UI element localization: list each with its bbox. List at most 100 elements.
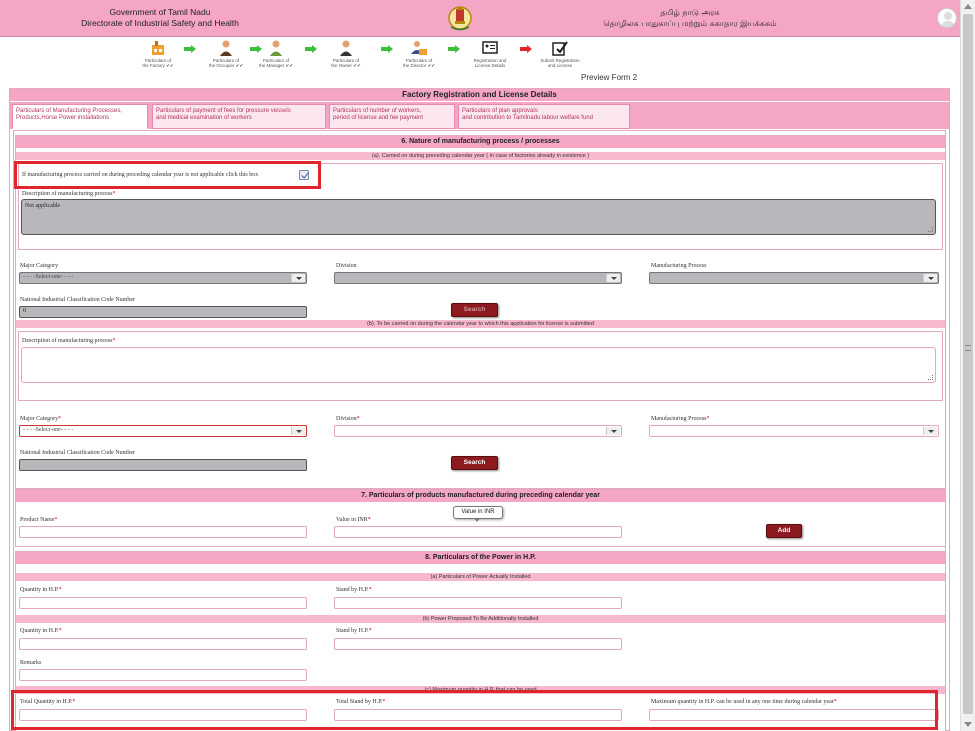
green-arrow-icon: [448, 45, 460, 53]
tab-plan-approvals[interactable]: Particulars of plan approvals and contri…: [458, 104, 630, 129]
step-factory[interactable]: Particulars of the Factory ✔✔: [130, 37, 186, 68]
tab-number-of-workers[interactable]: Particulars of number of workers, period…: [329, 104, 455, 129]
scrollbar-thumb[interactable]: [963, 14, 973, 714]
scroll-down-arrow-icon[interactable]: [964, 722, 972, 727]
owner-person-icon: [340, 40, 352, 56]
major-category-2-select[interactable]: - - - -Select-one- - - -: [19, 425, 307, 437]
section-6a-subtitle: (a). Carried on during preceding calenda…: [16, 152, 945, 160]
preview-form-link[interactable]: Preview Form 2: [581, 73, 637, 82]
step-label: the Owner ✔✔: [331, 63, 361, 68]
qty-hp-label: Quantity in H.P.*: [20, 587, 62, 593]
add-product-button[interactable]: Add: [766, 524, 802, 538]
manufacturing-process-select-disabled: [649, 272, 939, 284]
nic-code-2-label: National Industrial Classification Code …: [20, 450, 135, 456]
section-6b-subtitle: (b). To be carried on during the calenda…: [16, 320, 945, 328]
chevron-down-icon: [923, 427, 937, 435]
division-2-select[interactable]: [334, 425, 622, 437]
required-mark: *: [58, 416, 62, 422]
occupier-person-icon: [220, 40, 232, 56]
manufacturing-process-label: Manufacturing Process: [651, 263, 707, 269]
major-category-label: Major Category: [20, 263, 59, 269]
step-owner[interactable]: Particulars of the Owner ✔✔: [318, 37, 374, 68]
tab-bar: Particulars of Manufacturing Processes, …: [10, 102, 949, 129]
scrollbar-grip-icon: [965, 345, 971, 351]
resize-grip-icon[interactable]: [928, 375, 933, 380]
tab-label: Particulars of plan approvals: [462, 108, 538, 114]
select-value: - - - -Select-one- - - -: [23, 274, 74, 280]
section-6-title: 6. Nature of manufacturing process / pro…: [16, 136, 945, 148]
resize-grip-icon[interactable]: [928, 227, 933, 232]
qty-hp-input[interactable]: [19, 597, 307, 609]
director-person-icon: [411, 41, 427, 55]
tab-payment-of-fees[interactable]: Particulars of payment of fees for press…: [152, 104, 326, 129]
description-textarea-disabled: Not applicable: [21, 199, 936, 235]
required-mark: *: [58, 587, 62, 593]
section-7-title: 7. Particulars of products manufactured …: [16, 490, 945, 502]
product-name-label-text: Product Name: [20, 517, 55, 523]
qty-hp-label-text: Quantity in H.P.: [20, 587, 59, 593]
manager-person-icon: [270, 40, 282, 56]
header-en-line1: Government of Tamil Nadu: [109, 7, 211, 17]
step-registration[interactable]: Registration and License Details: [462, 37, 518, 68]
user-avatar-icon[interactable]: [937, 8, 957, 28]
section-7-products: 7. Particulars of products manufactured …: [15, 489, 946, 547]
highlight-checkbox-box: [14, 161, 321, 189]
header-en-line2: Directorate of Industrial Safety and Hea…: [81, 18, 239, 28]
division-2-label: Division*: [336, 416, 360, 422]
step-manager[interactable]: Particulars of the Manager ✔✔: [248, 37, 304, 68]
manufacturing-process-2-select[interactable]: [649, 425, 939, 437]
chevron-down-icon: [291, 274, 305, 282]
chevron-down-icon: [606, 274, 620, 282]
progress-steps: Particulars of the Factory ✔✔ Particular…: [130, 37, 610, 73]
submit-sign-icon: [552, 41, 568, 56]
major-category-select-disabled: - - - -Select-one- - - -: [19, 272, 307, 284]
step-occupier[interactable]: Particulars of the Occupier ✔✔: [198, 37, 254, 68]
section-6b-box: Description of manufacturing process*: [18, 331, 943, 401]
chevron-down-icon: [606, 427, 620, 435]
standby2-hp-label-text: Stand by H.P.: [336, 628, 369, 634]
nic-code-2-input-disabled: [19, 459, 307, 471]
division-label: Division: [336, 263, 357, 269]
description-2-textarea[interactable]: [21, 347, 936, 383]
site-header: Government of Tamil Nadu Directorate of …: [0, 0, 960, 37]
value-inr-input[interactable]: [334, 526, 622, 538]
tab-label: Particulars of Manufacturing Processes,: [16, 108, 123, 114]
section-8b-subtitle: (b) Power Proposed To Be Additionally In…: [16, 615, 945, 623]
scroll-up-arrow-icon[interactable]: [964, 4, 972, 9]
remarks-input[interactable]: [19, 669, 307, 681]
qty2-hp-label: Quantity in H.P.*: [20, 628, 62, 634]
value-inr-label-text: Value in INR: [336, 517, 368, 523]
division-2-label-text: Division: [336, 416, 357, 422]
required-mark: *: [54, 517, 58, 523]
required-mark: *: [58, 628, 62, 634]
standby-hp-label-text: Stand by H.P.: [336, 587, 369, 593]
standby-hp-input[interactable]: [334, 597, 622, 609]
required-mark: *: [706, 416, 710, 422]
select-value: - - - -Select-one- - - -: [23, 427, 74, 433]
vertical-scrollbar[interactable]: [960, 0, 975, 731]
value-inr-tooltip: Value in INR: [453, 506, 503, 522]
description-2-label-text: Description of manufacturing process: [22, 338, 113, 344]
qty2-hp-label-text: Quantity in H.P.: [20, 628, 59, 634]
step-label: License Details: [474, 63, 506, 68]
standby-hp-label: Stand by H.P.*: [336, 587, 372, 593]
value-inr-label: Value in INR*: [336, 517, 371, 523]
required-mark: *: [368, 628, 372, 634]
tamil-nadu-emblem-icon: [448, 6, 472, 31]
header-ta-line2: தொழிலக பாதுகாப்பு மற்றும் சுகாதார இயக்கக…: [603, 19, 777, 28]
step-director[interactable]: Particulars of the Director ✔✔: [391, 37, 447, 68]
required-mark: *: [112, 338, 116, 344]
license-card-icon: [482, 41, 498, 54]
step-submit[interactable]: Submit Registration and License: [532, 37, 588, 68]
description-2-label: Description of manufacturing process*: [22, 338, 115, 344]
tab-manufacturing-processes[interactable]: Particulars of Manufacturing Processes, …: [12, 104, 148, 129]
standby2-hp-input[interactable]: [334, 638, 622, 650]
required-mark: *: [367, 517, 371, 523]
tab-label: Particulars of payment of fees for press…: [156, 108, 291, 114]
qty2-hp-input[interactable]: [19, 638, 307, 650]
step-label: the Factory ✔✔: [142, 63, 174, 68]
tab-label: and medical examination of workers: [156, 115, 252, 121]
search-2-button[interactable]: Search: [451, 456, 498, 470]
description-value: Not applicable: [25, 203, 61, 209]
product-name-input[interactable]: [19, 526, 307, 538]
